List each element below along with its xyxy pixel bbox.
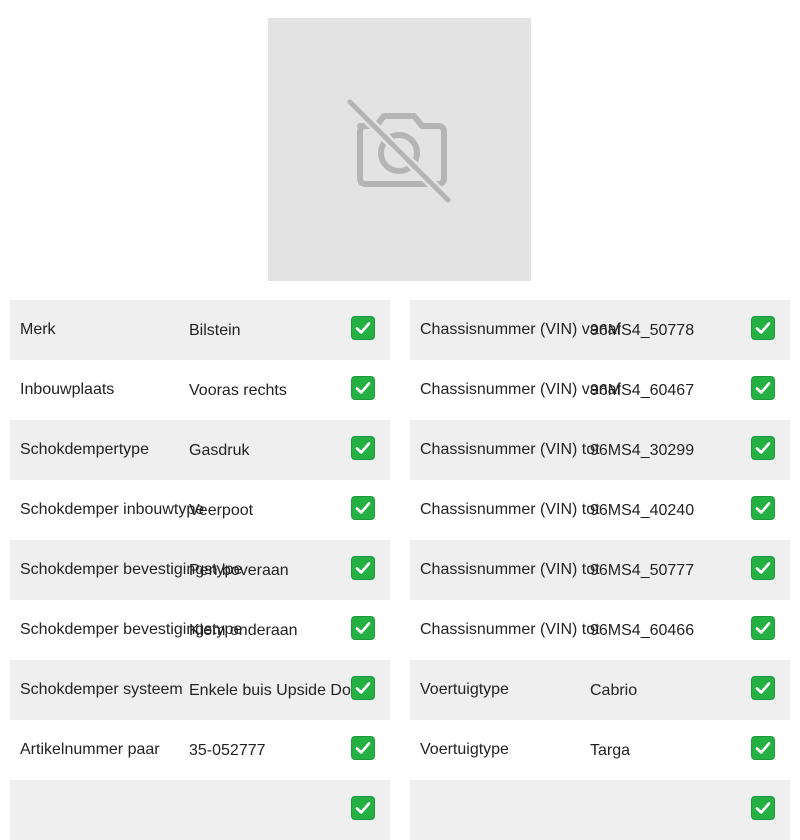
spec-label: Chassisnummer (VIN) tot [420,501,600,518]
spec-value: 96MS4_60466 [590,622,695,639]
spec-value: Klem onderaan [189,622,298,639]
check-mark-icon [751,616,775,640]
spec-table-right: Chassisnummer (VIN) vanaf 96MS4_50778 Chas… [410,300,790,840]
spec-row [410,780,790,840]
spec-value: 96MS4_30299 [590,442,695,459]
spec-value: Cabrio [590,682,638,699]
spec-label: Inbouwplaats [20,381,115,398]
spec-row: Voertuigtype Targa [410,720,790,780]
spec-row: Artikelnummer paar 35-052777 [10,720,390,780]
check-mark-icon [351,676,375,700]
spec-label: Artikelnummer paar [20,741,160,758]
spec-label: Chassisnummer (VIN) tot [420,441,600,458]
spec-row: Schokdemper bevestigingstype Klem onderaa… [10,600,390,660]
spec-row: Schokdemper bevestigingstype Pen boveraan [10,540,390,600]
check-mark-icon [351,376,375,400]
spec-value: Vooras rechts [189,382,287,399]
spec-row: Schokdemper systeem Enkele buis Upside Do… [10,660,390,720]
spec-value: 96MS4_40240 [590,502,695,519]
spec-value: 96MS4_50777 [590,562,695,579]
spec-value: Pen boveraan [189,562,289,579]
spec-row: Chassisnummer (VIN) vanaf 96MS4_60467 [410,360,790,420]
spec-row: Chassisnummer (VIN) tot 96MS4_40240 [410,480,790,540]
product-image-placeholder [268,18,531,281]
spec-label: Schokdemper inbouwtype [20,501,205,518]
spec-row: Voertuigtype Cabrio [410,660,790,720]
spec-value: 35-052777 [189,742,266,759]
spec-row: Chassisnummer (VIN) tot 96MS4_60466 [410,600,790,660]
check-mark-icon [351,616,375,640]
spec-row: Schokdemper inbouwtype Veerpoot [10,480,390,540]
camera-off-icon [346,98,452,204]
spec-row: Chassisnummer (VIN) tot 96MS4_30299 [410,420,790,480]
check-mark-icon [351,736,375,760]
spec-value: Enkele buis Upside Down [189,682,372,699]
spec-label: Chassisnummer (VIN) tot [420,561,600,578]
spec-label: Voertuigtype [420,741,509,758]
check-mark-icon [751,316,775,340]
spec-value: Gasdruk [189,442,250,459]
check-mark-icon [351,436,375,460]
spec-label: Schokdemper systeem [20,681,183,698]
check-mark-icon [751,436,775,460]
spec-row [10,780,390,840]
spec-label: Schokdempertype [20,441,149,458]
check-mark-icon [751,676,775,700]
spec-value: Veerpoot [189,502,254,519]
spec-row: Merk Bilstein [10,300,390,360]
check-mark-icon [751,736,775,760]
check-mark-icon [751,496,775,520]
spec-row: Schokdempertype Gasdruk [10,420,390,480]
spec-value: 96MS4_60467 [590,382,695,399]
spec-row: Chassisnummer (VIN) tot 96MS4_50777 [410,540,790,600]
spec-label: Chassisnummer (VIN) tot [420,621,600,638]
spec-table-left: Merk Bilstein Inbouwplaats Vooras rechts Sch… [10,300,390,840]
spec-row: Inbouwplaats Vooras rechts [10,360,390,420]
check-mark-icon [351,316,375,340]
spec-value: Bilstein [189,322,241,339]
check-mark-icon [351,556,375,580]
spec-label: Merk [20,321,56,338]
check-mark-icon [751,376,775,400]
check-mark-icon [351,496,375,520]
spec-value: 96MS4_50778 [590,322,695,339]
spec-label: Voertuigtype [420,681,509,698]
check-mark-icon [751,556,775,580]
spec-row: Chassisnummer (VIN) vanaf 96MS4_50778 [410,300,790,360]
spec-value: Targa [590,742,631,759]
